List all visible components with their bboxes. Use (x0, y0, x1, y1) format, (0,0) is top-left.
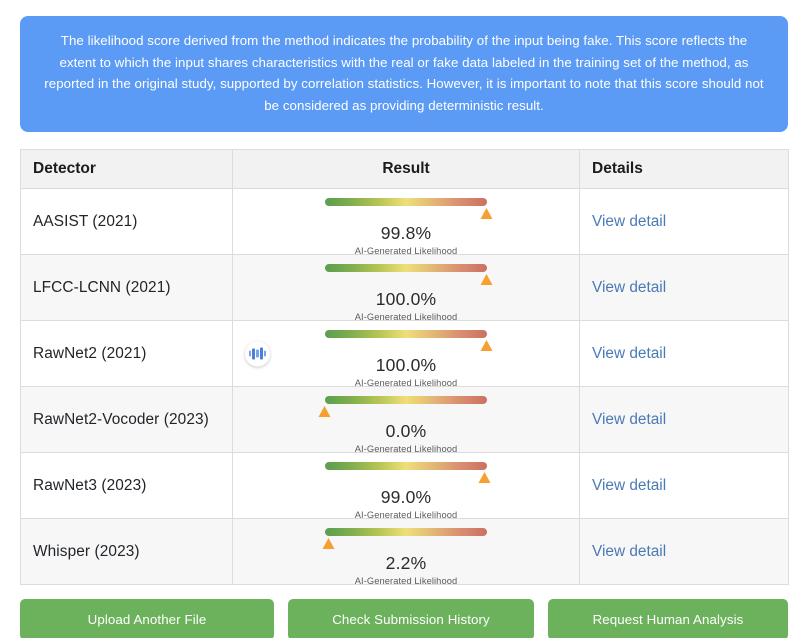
gauge-container: 0.0% AI-Generated Likelihood (318, 396, 487, 454)
disclaimer-text: The likelihood score derived from the me… (44, 33, 764, 113)
likelihood-gauge: 99.8% AI-Generated Likelihood (233, 189, 579, 256)
detector-name: RawNet2 (2021) (33, 344, 147, 362)
details-cell: View detail (579, 518, 789, 586)
result-cell: 0.0% AI-Generated Likelihood (232, 386, 580, 454)
table-row: LFCC-LCNN (2021) 100.0% AI-Generated Likel… (20, 254, 789, 322)
details-cell: View detail (579, 386, 789, 454)
likelihood-gauge: 100.0% AI-Generated Likelihood (233, 321, 579, 388)
likelihood-gauge: 100.0% AI-Generated Likelihood (233, 255, 579, 322)
gauge-value: 100.0% (375, 289, 437, 310)
gauge-value: 99.8% (380, 223, 432, 244)
result-cell: 100.0% AI-Generated Likelihood (232, 254, 580, 322)
gauge-caption: AI-Generated Likelihood (354, 576, 458, 587)
audio-waveform-icon[interactable] (245, 341, 270, 367)
gauge-container: 99.8% AI-Generated Likelihood (325, 198, 493, 256)
column-header-details: Details (579, 149, 789, 190)
table-row: RawNet2 (2021) 100.0% AI-Generated Likelih… (20, 320, 789, 388)
likelihood-gauge: 0.0% AI-Generated Likelihood (233, 387, 579, 454)
details-cell: View detail (579, 188, 789, 256)
view-detail-link[interactable]: View detail (592, 213, 666, 230)
detector-name: LFCC-LCNN (2021) (33, 278, 171, 296)
gauge-gradient-bar (325, 330, 493, 352)
gauge-gradient-bar (325, 462, 491, 484)
table-row: RawNet3 (2023) 99.0% AI-Generated Likeliho… (20, 452, 789, 520)
table-row: Whisper (2023) 2.2% AI-Generated Likelihoo… (20, 518, 789, 587)
detector-name: RawNet3 (2023) (33, 476, 147, 494)
results-page: The likelihood score derived from the me… (0, 16, 808, 638)
detector-cell: Whisper (2023) (20, 518, 233, 586)
gauge-marker (480, 274, 493, 286)
gauge-container: 100.0% AI-Generated Likelihood (325, 330, 493, 388)
view-detail-link[interactable]: View detail (592, 543, 666, 560)
details-cell: View detail (579, 254, 789, 322)
gauge-value: 0.0% (385, 421, 427, 442)
result-cell: 99.0% AI-Generated Likelihood (232, 452, 580, 520)
detector-cell: LFCC-LCNN (2021) (20, 254, 233, 322)
view-detail-link[interactable]: View detail (592, 477, 666, 494)
gauge-container: 99.0% AI-Generated Likelihood (325, 462, 491, 520)
detector-cell: RawNet2-Vocoder (2023) (20, 386, 233, 454)
detector-cell: RawNet3 (2023) (20, 452, 233, 520)
gauge-marker (322, 538, 335, 550)
upload-another-file-button[interactable]: Upload Another File (20, 599, 274, 638)
gauge-gradient-bar (325, 264, 493, 286)
table-body: AASIST (2021) 99.8% AI-Generated Likelihoo… (20, 188, 789, 587)
likelihood-gauge: 2.2% AI-Generated Likelihood (233, 519, 579, 587)
gauge-marker (480, 340, 493, 352)
gauge-gradient-bar (322, 528, 487, 550)
table-row: AASIST (2021) 99.8% AI-Generated Likelihoo… (20, 188, 789, 256)
view-detail-link[interactable]: View detail (592, 345, 666, 362)
detector-name: AASIST (2021) (33, 212, 138, 230)
detector-name: Whisper (2023) (33, 542, 140, 560)
column-header-result: Result (232, 149, 580, 190)
request-human-analysis-button[interactable]: Request Human Analysis (548, 599, 788, 638)
result-cell: 99.8% AI-Generated Likelihood (232, 188, 580, 256)
table-header-row: Detector Result Details (20, 149, 789, 190)
detector-cell: RawNet2 (2021) (20, 320, 233, 388)
result-cell: 2.2% AI-Generated Likelihood (232, 518, 580, 587)
view-detail-link[interactable]: View detail (592, 279, 666, 296)
detector-name: RawNet2-Vocoder (2023) (33, 410, 209, 428)
action-button-row: Upload Another File Check Submission His… (20, 599, 788, 638)
column-header-detector: Detector (20, 149, 233, 190)
result-cell: 100.0% AI-Generated Likelihood (232, 320, 580, 388)
view-detail-link[interactable]: View detail (592, 411, 666, 428)
gauge-container: 2.2% AI-Generated Likelihood (322, 528, 487, 587)
details-cell: View detail (579, 452, 789, 520)
gauge-marker (480, 208, 493, 220)
gauge-container: 100.0% AI-Generated Likelihood (325, 264, 493, 322)
gauge-gradient-bar (318, 396, 487, 418)
gauge-value: 99.0% (380, 487, 432, 508)
check-submission-history-button[interactable]: Check Submission History (288, 599, 534, 638)
detector-results-table: Detector Result Details AASIST (2021) 99.… (20, 149, 789, 587)
gauge-gradient-bar (325, 198, 493, 220)
table-row: RawNet2-Vocoder (2023) 0.0% AI-Generated L… (20, 386, 789, 454)
gauge-marker (318, 406, 331, 418)
details-cell: View detail (579, 320, 789, 388)
detector-cell: AASIST (2021) (20, 188, 233, 256)
likelihood-gauge: 99.0% AI-Generated Likelihood (233, 453, 579, 520)
gauge-value: 100.0% (375, 355, 437, 376)
table-header: Detector Result Details (20, 149, 789, 190)
likelihood-disclaimer-banner: The likelihood score derived from the me… (20, 16, 788, 133)
gauge-value: 2.2% (385, 553, 427, 574)
gauge-marker (478, 472, 491, 484)
